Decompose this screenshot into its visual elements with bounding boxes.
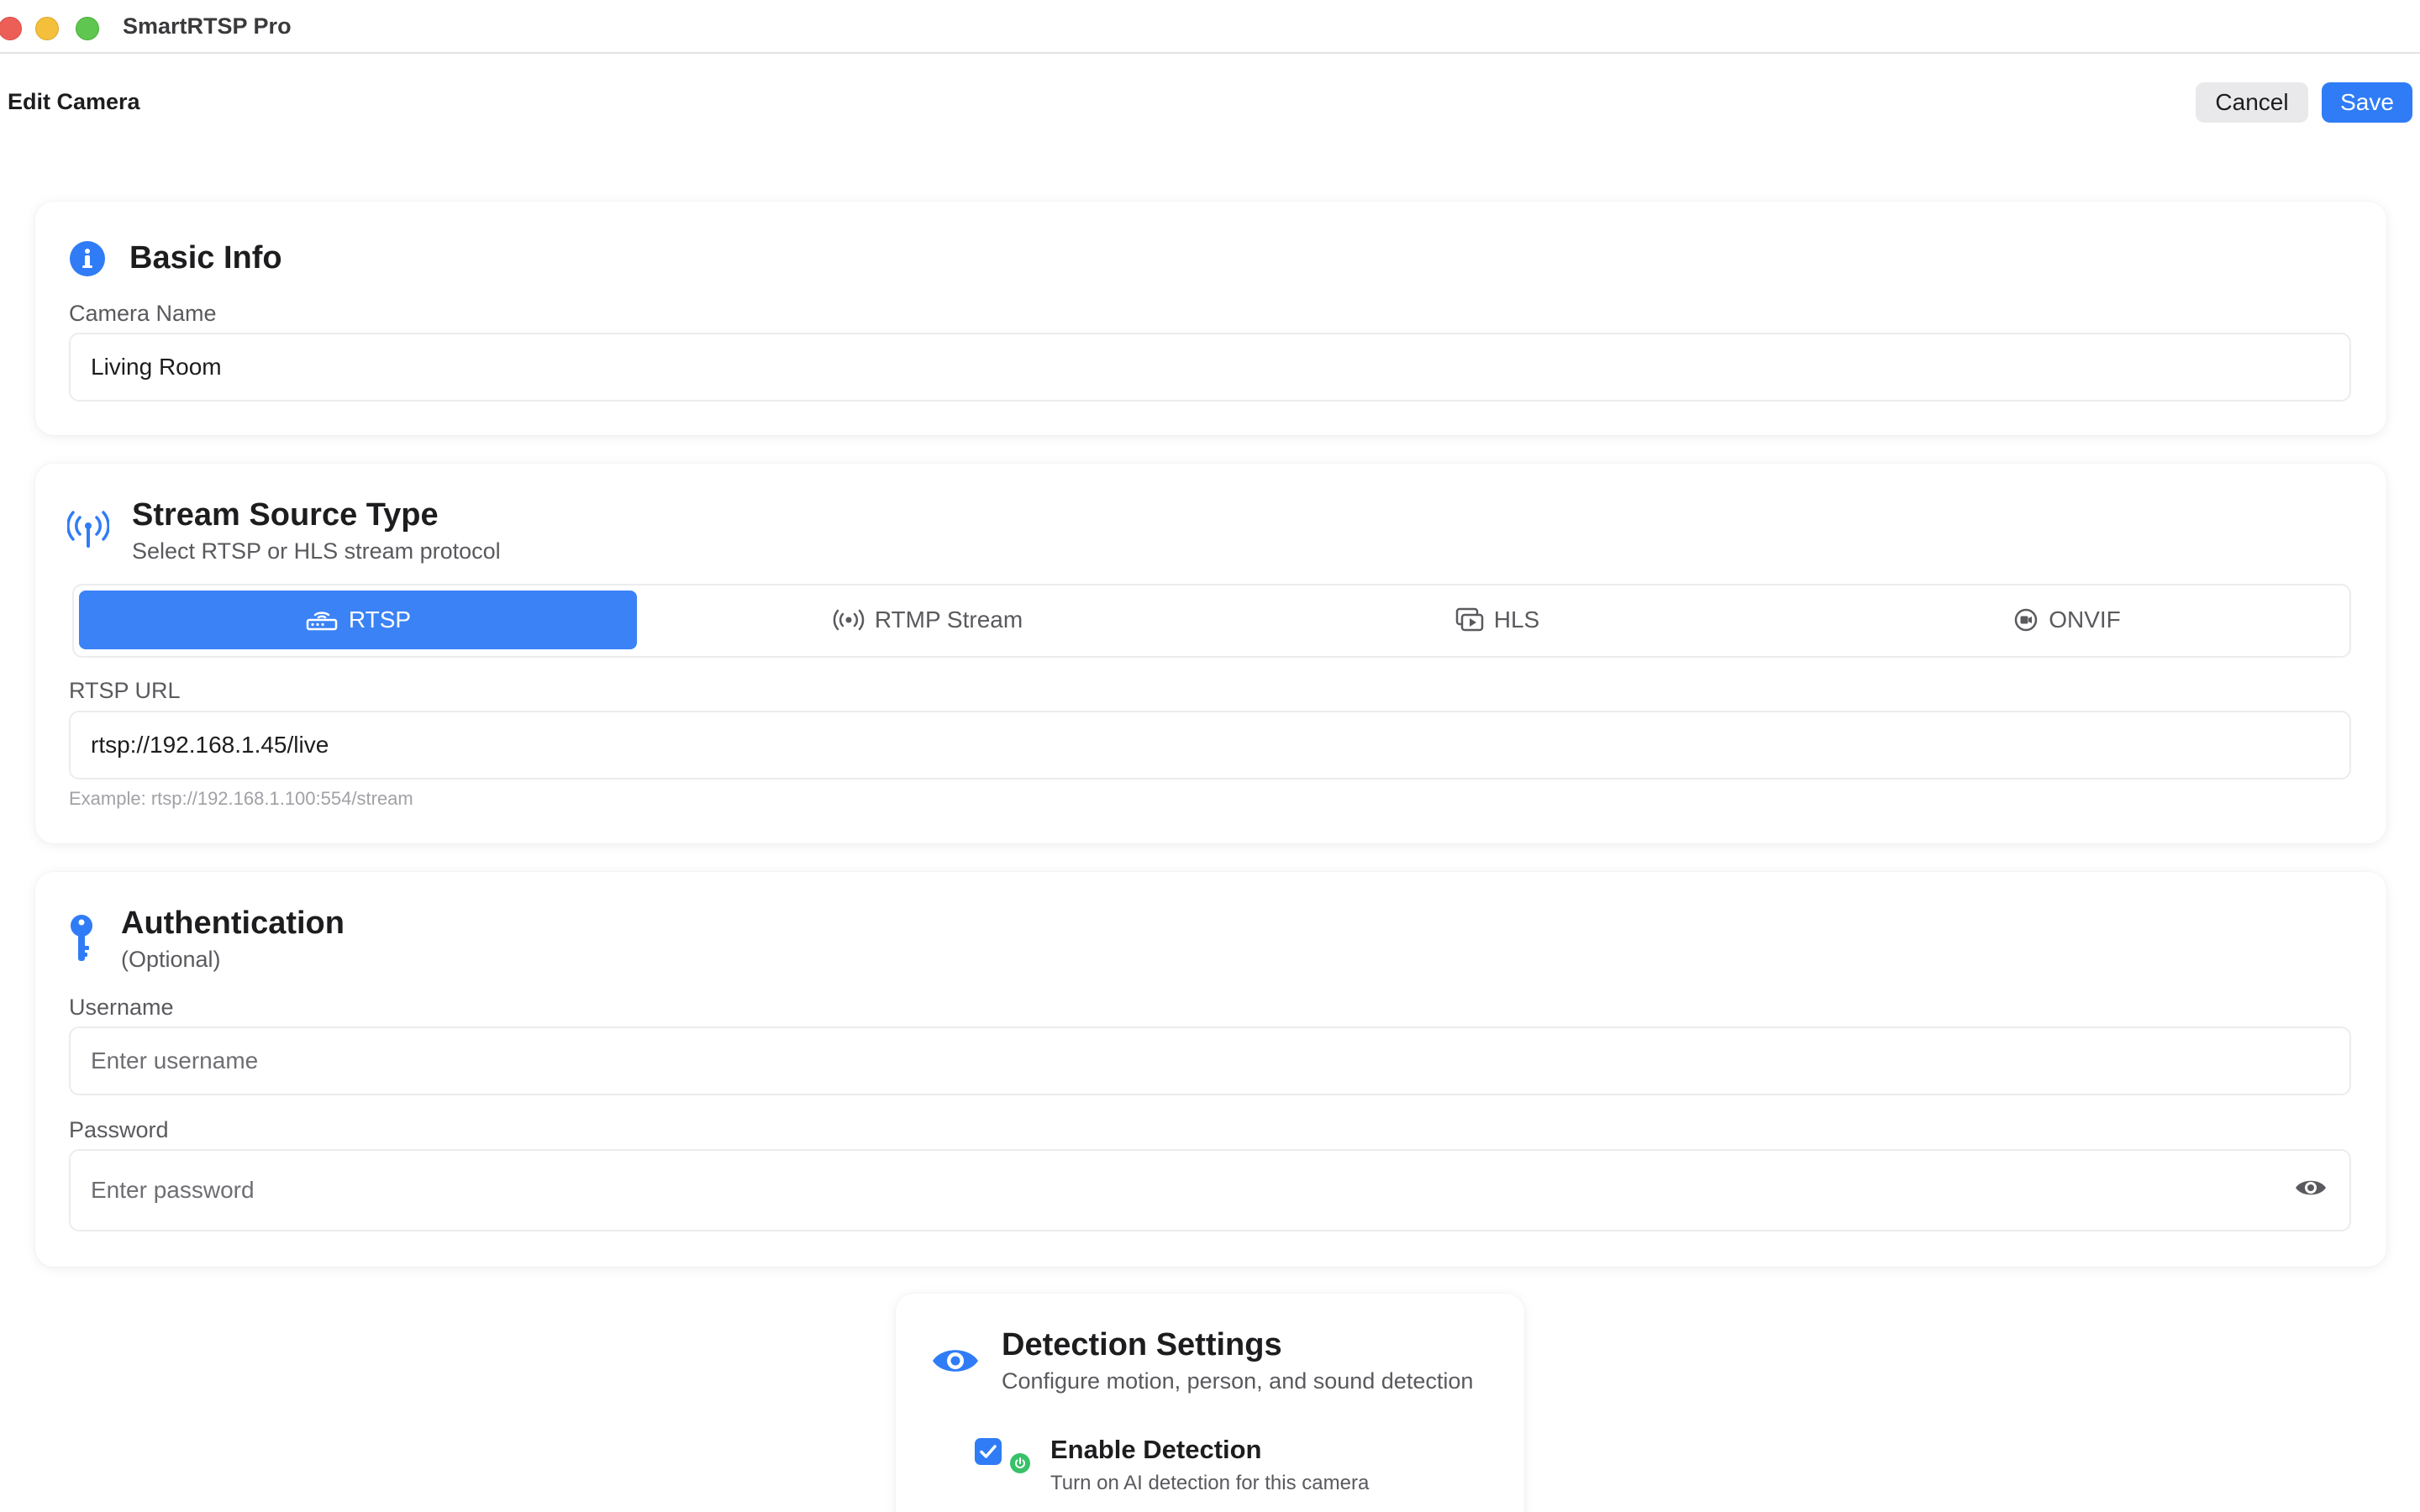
stream-source-card: Stream Source Type Select RTSP or HLS st… — [35, 464, 2386, 843]
rtsp-url-value: rtsp://192.168.1.45/live — [91, 732, 329, 758]
title-bar: SmartRTSP Pro — [0, 0, 2420, 54]
authentication-card: Authentication (Optional) Username Enter… — [35, 872, 2386, 1267]
basic-info-card: Basic Info Camera Name Living Room — [35, 202, 2386, 435]
section-subtitle-authentication: (Optional) — [121, 947, 221, 972]
enable-detection-checkbox[interactable] — [975, 1438, 1002, 1465]
segment-rtsp[interactable]: RTSP — [79, 591, 637, 649]
enable-detection-label: Enable Detection — [1050, 1435, 1262, 1464]
stream-type-segmented-control: RTSP RTMP Stream HLS ONVIF — [72, 584, 2351, 658]
camera-record-icon — [2014, 608, 2038, 632]
show-password-eye-icon[interactable] — [2294, 1176, 2328, 1200]
section-subtitle-stream-source: Select RTSP or HLS stream protocol — [132, 538, 501, 564]
app-window: SmartRTSP Pro Edit Camera Cancel Save Ba… — [0, 0, 2420, 1512]
password-placeholder: Enter password — [91, 1177, 255, 1203]
key-icon — [71, 915, 92, 961]
save-button[interactable]: Save — [2322, 82, 2412, 123]
rtsp-url-input[interactable]: rtsp://192.168.1.45/live — [69, 711, 2351, 780]
segment-hls[interactable]: HLS — [1218, 591, 1776, 649]
password-input[interactable]: Enter password — [69, 1149, 2351, 1231]
segment-rtsp-label: RTSP — [348, 606, 412, 633]
checkmark-icon — [980, 1445, 997, 1458]
page-title: Edit Camera — [8, 89, 140, 114]
section-title-authentication: Authentication — [121, 906, 345, 941]
zoom-window-button[interactable] — [76, 17, 99, 40]
eye-icon — [933, 1350, 978, 1372]
rtsp-url-hint: Example: rtsp://192.168.1.100:554/stream — [69, 788, 413, 809]
section-title-detection: Detection Settings — [1002, 1327, 1282, 1362]
close-window-button[interactable] — [0, 17, 22, 40]
power-status-icon — [1010, 1453, 1030, 1473]
segment-onvif[interactable]: ONVIF — [1788, 591, 2346, 649]
router-icon — [306, 612, 338, 631]
app-title: SmartRTSP Pro — [123, 13, 292, 39]
cancel-button[interactable]: Cancel — [2196, 82, 2308, 123]
camera-name-input[interactable]: Living Room — [69, 333, 2351, 402]
broadcast-icon — [833, 609, 865, 631]
camera-name-label: Camera Name — [69, 301, 217, 326]
antenna-icon — [67, 511, 109, 548]
section-title-stream-source: Stream Source Type — [132, 497, 439, 533]
password-label: Password — [69, 1117, 169, 1142]
detection-settings-card: Detection Settings Configure motion, per… — [896, 1294, 1524, 1512]
camera-name-value: Living Room — [91, 354, 222, 380]
rtsp-url-label: RTSP URL — [69, 678, 181, 703]
segment-rtmp-stream[interactable]: RTMP Stream — [649, 591, 1207, 649]
section-subtitle-detection: Configure motion, person, and sound dete… — [1002, 1368, 1474, 1394]
minimize-window-button[interactable] — [35, 17, 59, 40]
enable-detection-description: Turn on AI detection for this camera — [1050, 1472, 1370, 1494]
segment-onvif-label: ONVIF — [2049, 606, 2121, 633]
video-stack-icon — [1455, 607, 1484, 632]
section-title-basic-info: Basic Info — [129, 240, 282, 276]
info-icon — [70, 241, 105, 276]
segment-hls-label: HLS — [1493, 606, 1540, 633]
username-input[interactable]: Enter username — [69, 1026, 2351, 1095]
username-placeholder: Enter username — [91, 1047, 259, 1074]
segment-rtmp-stream-label: RTMP Stream — [874, 606, 1023, 633]
username-label: Username — [69, 995, 174, 1020]
